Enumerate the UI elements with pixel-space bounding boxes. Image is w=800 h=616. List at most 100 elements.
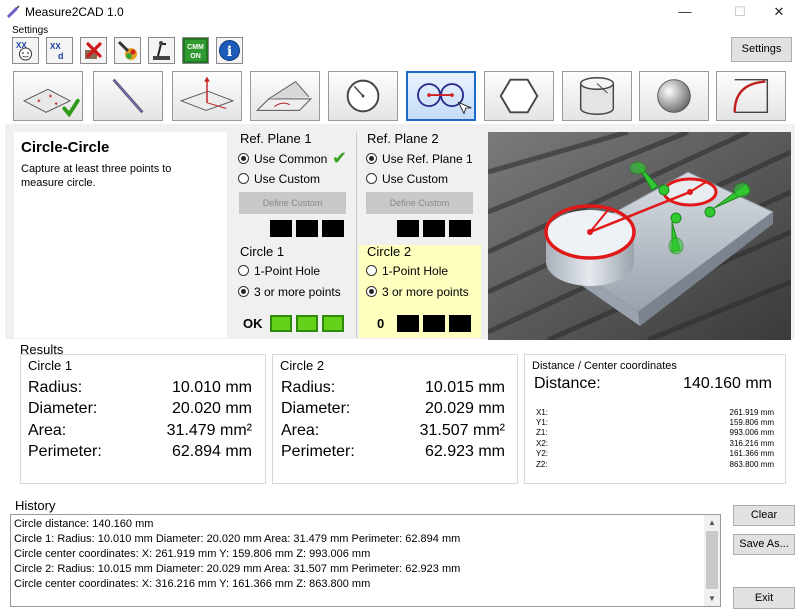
app-logo-icon xyxy=(6,5,20,19)
point-captured-indicator xyxy=(322,315,344,332)
point-indicator xyxy=(423,315,445,332)
delete-points-button[interactable] xyxy=(80,37,107,64)
cmm-on-button[interactable]: CMM ON xyxy=(182,37,209,64)
info-button[interactable]: i xyxy=(216,37,243,64)
circle-1-three-points-radio[interactable]: 3 or more points xyxy=(238,284,341,300)
result-label: Diameter: xyxy=(28,400,98,417)
minimize-button[interactable]: — xyxy=(662,0,708,24)
result-label: Radius: xyxy=(28,379,83,396)
circle-1-one-point-radio[interactable]: 1-Point Hole xyxy=(238,263,320,279)
radio-selected-icon xyxy=(366,153,377,164)
ref-plane-1-use-common-radio[interactable]: Use Common xyxy=(238,151,327,167)
circle-2-perimeter-value: 62.923 mm xyxy=(424,443,505,460)
settings-group-label: Settings xyxy=(12,25,49,36)
circle-circle-mode-button[interactable] xyxy=(406,71,476,121)
coord-label: Z2: xyxy=(536,460,548,469)
save-as-button[interactable]: Save As... xyxy=(733,534,795,555)
circle-radius-icon xyxy=(346,79,380,113)
history-label: History xyxy=(15,498,56,513)
history-scrollbar[interactable]: ▲ ▼ xyxy=(704,515,720,606)
radio-unselected-icon xyxy=(238,265,249,276)
ref-plane-1-define-custom-button[interactable]: Define Custom xyxy=(239,192,346,214)
ref-plane-2-use-plane-1-radio[interactable]: Use Ref. Plane 1 xyxy=(366,151,473,167)
measurement-title: Circle-Circle xyxy=(21,139,110,156)
distance-value: 140.160 mm xyxy=(683,375,772,392)
radio-unselected-icon xyxy=(238,173,249,184)
line-mode-button[interactable] xyxy=(93,71,163,121)
circle-2-area-value: 31.507 mm² xyxy=(419,422,505,439)
result-label: Radius: xyxy=(281,379,336,396)
plane-check-icon xyxy=(22,88,80,118)
svg-text:XX: XX xyxy=(50,42,61,51)
x1-value: 261.919 mm xyxy=(729,408,774,417)
ref-plane-2-define-custom-button[interactable]: Define Custom xyxy=(366,192,473,214)
ref-plane-2-use-custom-radio[interactable]: Use Custom xyxy=(366,171,448,187)
cmm-label-top: CMM xyxy=(187,44,204,51)
point-captured-indicator xyxy=(296,315,318,332)
circle-1-title: Circle 1 xyxy=(240,244,285,259)
point-indicator xyxy=(296,220,318,237)
result-label: Perimeter: xyxy=(28,443,102,460)
delete-x-icon xyxy=(85,42,102,59)
ref-plane-2-title: Ref. Plane 2 xyxy=(367,131,439,146)
two-plane-angle-mode-button[interactable] xyxy=(250,71,320,121)
calibrate-face-button[interactable]: XX xyxy=(12,37,39,64)
circle-2-results-box xyxy=(272,354,518,484)
point-indicator xyxy=(397,315,419,332)
radio-label: Use Custom xyxy=(254,172,321,186)
probe-diameter-button[interactable]: XX d xyxy=(46,37,73,64)
clear-button[interactable]: Clear xyxy=(733,505,795,526)
close-button[interactable]: ✕ xyxy=(756,0,800,24)
y1-value: 159.806 mm xyxy=(729,418,774,427)
circle-mode-button[interactable] xyxy=(328,71,398,121)
circle-1-diameter-value: 20.020 mm xyxy=(171,400,252,417)
radio-selected-icon xyxy=(238,286,249,297)
scroll-down-icon[interactable]: ▼ xyxy=(708,594,716,603)
point-indicator xyxy=(449,315,471,332)
history-line: Circle center coordinates: X: 316.216 mm… xyxy=(14,578,371,590)
info-glyph: i xyxy=(227,44,232,60)
point-indicator xyxy=(449,220,471,237)
circle-2-diameter-value: 20.029 mm xyxy=(424,400,505,417)
history-line: Circle distance: 140.160 mm xyxy=(14,518,154,530)
circle-2-three-points-radio[interactable]: 3 or more points xyxy=(366,284,469,300)
exit-button[interactable]: Exit xyxy=(733,587,795,609)
radio-label: 1-Point Hole xyxy=(254,264,321,278)
circle-2-results-title: Circle 2 xyxy=(280,358,325,373)
cylinder-mode-button[interactable] xyxy=(562,71,632,121)
scroll-up-icon[interactable]: ▲ xyxy=(708,518,716,527)
probe-icon xyxy=(153,41,170,60)
coord-label: X1: xyxy=(536,408,549,417)
arc-mode-button[interactable] xyxy=(716,71,786,121)
cmm-on-icon: CMM ON xyxy=(183,38,208,63)
probe-settings-button[interactable] xyxy=(148,37,175,64)
color-settings-button[interactable] xyxy=(114,37,141,64)
circle-1-results-title: Circle 1 xyxy=(28,358,73,373)
hexagon-mode-button[interactable] xyxy=(484,71,554,121)
ref-plane-1-use-custom-radio[interactable]: Use Custom xyxy=(238,171,320,187)
cylinder-icon xyxy=(579,77,615,115)
y2-value: 161.366 mm xyxy=(729,449,774,458)
scrollbar-thumb[interactable] xyxy=(706,531,718,589)
history-line: Circle center coordinates: X: 261.919 mm… xyxy=(14,548,371,560)
point-captured-indicator xyxy=(270,315,292,332)
radio-label: 1-Point Hole xyxy=(382,264,449,278)
radio-label: Use Custom xyxy=(382,172,449,186)
result-label: Perimeter: xyxy=(281,443,355,460)
plane-axis-mode-button[interactable] xyxy=(172,71,242,121)
circle-2-one-point-radio[interactable]: 1-Point Hole xyxy=(366,263,448,279)
settings-button[interactable]: Settings xyxy=(731,37,792,62)
z2-value: 863.800 mm xyxy=(729,460,774,469)
point-indicator xyxy=(270,220,292,237)
coord-label: Z1: xyxy=(536,428,548,437)
z1-value: 993.006 mm xyxy=(729,428,774,437)
svg-text:d: d xyxy=(58,51,64,61)
point-indicator xyxy=(423,220,445,237)
section-divider xyxy=(356,132,357,338)
radio-selected-icon xyxy=(366,286,377,297)
sphere-mode-button[interactable] xyxy=(639,71,709,121)
coord-label: Y2: xyxy=(536,449,549,458)
result-label: Diameter: xyxy=(281,400,351,417)
plane-mode-button[interactable] xyxy=(13,71,83,121)
circle-1-results-box xyxy=(20,354,266,484)
